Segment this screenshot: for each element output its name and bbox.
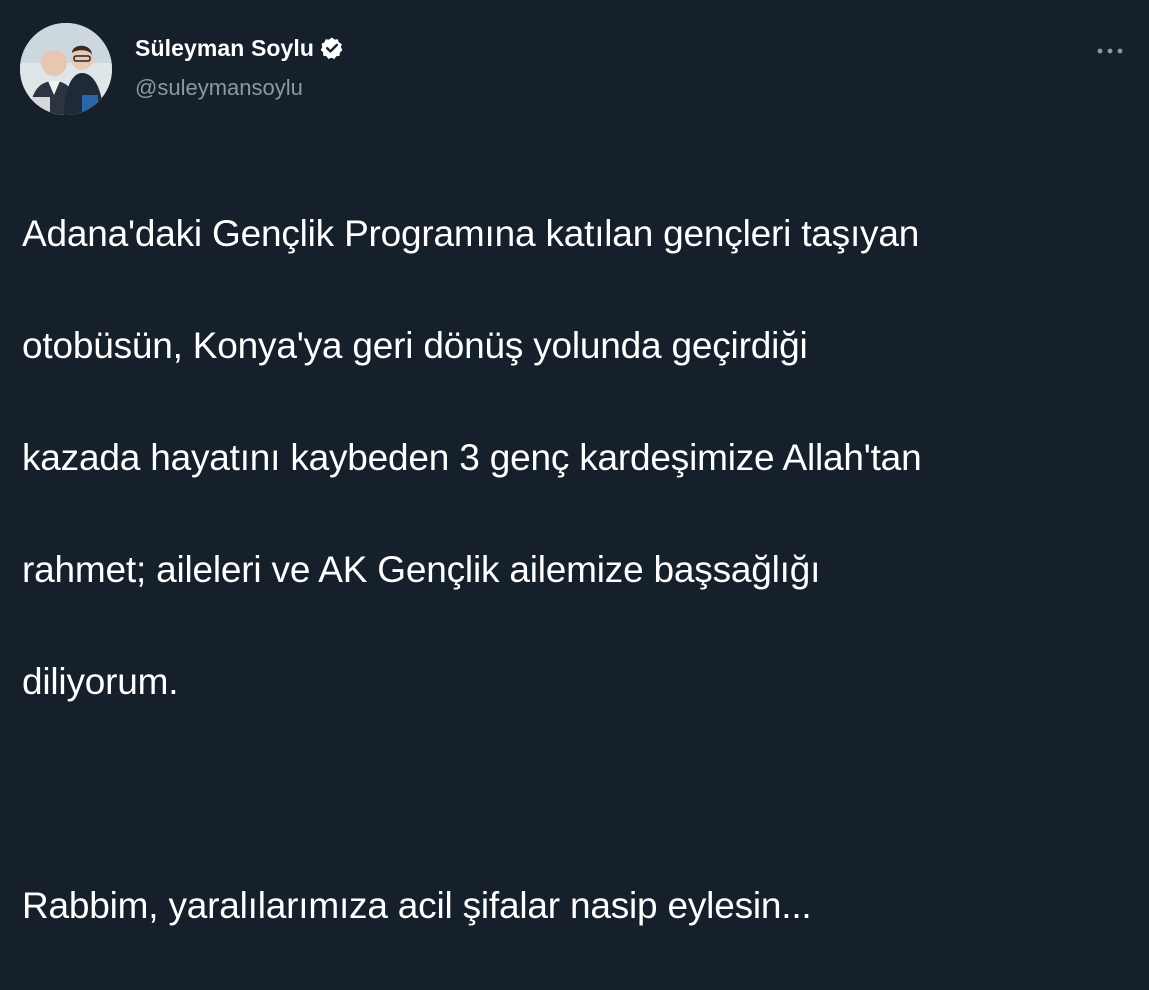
- author-name-row[interactable]: Süleyman Soylu: [135, 33, 344, 63]
- tweet-line: Rabbim, yaralılarımıza acil şifalar nasi…: [22, 885, 812, 926]
- author-display-name[interactable]: Süleyman Soylu: [135, 35, 314, 62]
- tweet-line: otobüsün, Konya'ya geri dönüş yolunda ge…: [22, 325, 808, 366]
- tweet-line: diliyorum.: [22, 661, 179, 702]
- tweet-line: kazada hayatını kaybeden 3 genç kardeşim…: [22, 437, 922, 478]
- avatar-photo-icon: [20, 23, 112, 115]
- author-handle[interactable]: @suleymansoylu: [135, 75, 303, 101]
- avatar[interactable]: [20, 23, 112, 115]
- tweet-card: Süleyman Soylu @suleymansoylu Adana'daki…: [0, 0, 1149, 926]
- more-options-button[interactable]: [1090, 36, 1130, 66]
- verified-badge-icon: [320, 36, 344, 60]
- more-options-icon: [1097, 48, 1123, 54]
- tweet-line: Adana'daki Gençlik Programına katılan ge…: [22, 213, 920, 254]
- tweet-text: Adana'daki Gençlik Programına katılan ge…: [22, 150, 1137, 990]
- tweet-line: rahmet; aileleri ve AK Gençlik ailemize …: [22, 549, 821, 590]
